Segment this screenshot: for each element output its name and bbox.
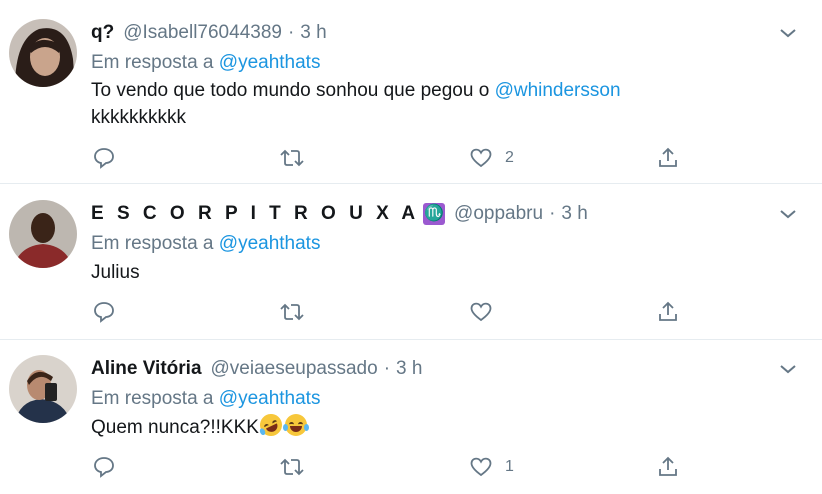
reply-mention-link[interactable]: @yeahthats	[219, 388, 321, 409]
reply-button[interactable]	[92, 299, 116, 325]
reply-context: Em resposta a @yeahthats	[91, 233, 320, 255]
tweet[interactable]: q? @Isabell76044389 · 3 h Em resposta a …	[0, 0, 822, 184]
reply-icon	[94, 302, 114, 323]
tweet-text-line: Julius	[91, 262, 140, 283]
timestamp[interactable]: 3 h	[396, 358, 422, 380]
rolling-on-floor-laughing-emoji	[256, 410, 286, 440]
reply-button[interactable]	[92, 454, 116, 480]
retweet-icon	[280, 458, 304, 476]
reply-context: Em resposta a @yeahthats	[91, 52, 320, 74]
user-handle[interactable]: @Isabell76044389	[123, 22, 282, 44]
heart-icon	[470, 302, 492, 322]
avatar[interactable]	[9, 355, 77, 423]
like-count: 1	[505, 458, 514, 475]
share-button[interactable]	[656, 145, 680, 171]
face-with-tears-of-joy-emoji	[282, 414, 309, 436]
reply-prefix: Em resposta a	[91, 52, 214, 73]
display-name[interactable]: q?	[91, 22, 114, 44]
tweet-text: To vendo que todo mundo sonhou que pegou…	[91, 78, 621, 104]
share-icon	[659, 147, 677, 167]
tweet-text-line: kkkkkkkkkk	[91, 107, 186, 128]
avatar[interactable]	[9, 200, 77, 268]
reply-context: Em resposta a @yeahthats	[91, 388, 320, 410]
scorpio-badge: ♏	[423, 203, 446, 225]
retweet-button[interactable]	[278, 299, 306, 325]
tweet[interactable]: Aline Vitória @veiaeseupassado · 3 h Em …	[0, 340, 822, 494]
tweet-text-line: To vendo que todo mundo sonhou que pegou…	[91, 80, 490, 101]
retweet-button[interactable]	[278, 145, 306, 171]
retweet-icon	[280, 149, 304, 167]
reply-prefix: Em resposta a	[91, 388, 214, 409]
tweet-header: q? @Isabell76044389 · 3 h	[91, 22, 327, 44]
retweet-icon	[280, 303, 304, 321]
tweet[interactable]: E S C O R P I T R O U X A ♏ @oppabru · 3…	[0, 184, 822, 340]
reply-icon	[94, 148, 114, 169]
tweet-actions	[0, 299, 822, 325]
share-icon	[659, 456, 677, 476]
tweet-text-line: Quem nunca?!!KKK	[91, 417, 259, 438]
timestamp[interactable]: 3 h	[300, 22, 326, 44]
user-handle[interactable]: @oppabru	[454, 203, 543, 225]
share-button[interactable]	[656, 454, 680, 480]
reply-icon	[94, 457, 114, 478]
tweet-header: Aline Vitória @veiaeseupassado · 3 h	[91, 358, 422, 380]
tweet-header: E S C O R P I T R O U X A ♏ @oppabru · 3…	[91, 203, 588, 226]
chevron-down-icon[interactable]	[778, 26, 798, 40]
reply-feed: q? @Isabell76044389 · 3 h Em resposta a …	[0, 0, 822, 494]
reply-mention-link[interactable]: @yeahthats	[219, 52, 321, 73]
separator-dot: ·	[287, 22, 295, 43]
like-count: 2	[505, 149, 514, 166]
tweet-actions: 2	[0, 145, 822, 171]
reply-button[interactable]	[92, 145, 116, 171]
mention-link[interactable]: @whindersson	[495, 80, 621, 101]
heart-icon	[470, 457, 492, 477]
reply-mention-link[interactable]: @yeahthats	[219, 233, 321, 254]
display-name[interactable]: Aline Vitória	[91, 358, 202, 380]
chevron-down-icon[interactable]	[778, 362, 798, 376]
like-button[interactable]	[469, 299, 505, 325]
separator-dot: ·	[383, 358, 391, 379]
avatar[interactable]	[9, 19, 77, 87]
tweet-actions: 1	[0, 454, 822, 480]
heart-icon	[470, 148, 492, 168]
like-button[interactable]: 2	[469, 145, 514, 171]
reply-prefix: Em resposta a	[91, 233, 214, 254]
timestamp[interactable]: 3 h	[561, 203, 587, 225]
tweet-text: Quem nunca?!!KKK	[91, 410, 309, 441]
display-name[interactable]: E S C O R P I T R O U X A	[91, 203, 419, 225]
separator-dot: ·	[549, 203, 556, 224]
chevron-down-icon[interactable]	[778, 207, 798, 221]
share-button[interactable]	[656, 299, 680, 325]
user-handle[interactable]: @veiaeseupassado	[211, 358, 378, 380]
share-icon	[659, 301, 677, 321]
retweet-button[interactable]	[278, 454, 306, 480]
like-button[interactable]: 1	[469, 454, 514, 480]
